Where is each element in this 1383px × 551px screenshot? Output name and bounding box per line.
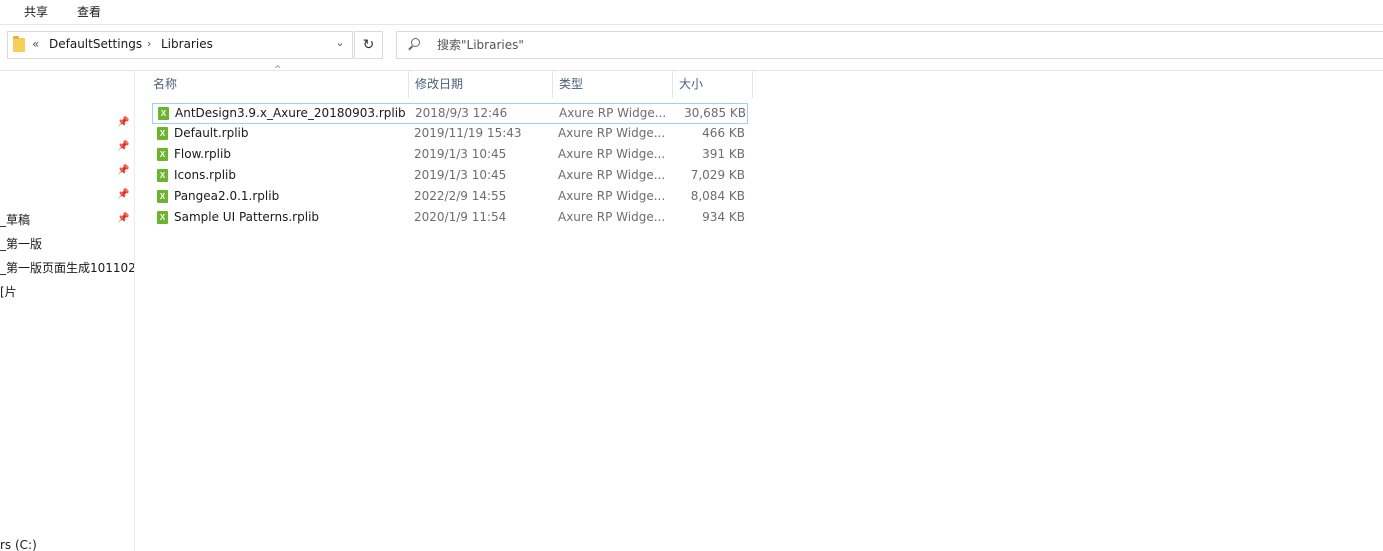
nav-item-draft[interactable]: _草稿 bbox=[0, 211, 30, 228]
breadcrumb-defaultsettings[interactable]: DefaultSettings bbox=[49, 37, 142, 51]
breadcrumb-libraries[interactable]: Libraries bbox=[161, 37, 213, 51]
file-name: Icons.rplib bbox=[174, 168, 236, 182]
file-size: 7,029 KB bbox=[690, 168, 745, 182]
file-size: 8,084 KB bbox=[690, 189, 745, 203]
file-row[interactable]: X Flow.rplib 2019/1/3 10:45 Axure RP Wid… bbox=[152, 145, 748, 166]
chevron-down-icon[interactable]: ⌄ bbox=[333, 36, 347, 54]
rplib-file-icon: X bbox=[157, 127, 168, 140]
ribbon-divider bbox=[0, 24, 1383, 25]
file-type: Axure RP Widge... bbox=[558, 126, 666, 140]
column-divider[interactable] bbox=[552, 71, 553, 98]
folder-icon bbox=[13, 36, 25, 52]
file-row[interactable]: X Default.rplib 2019/11/19 15:43 Axure R… bbox=[152, 124, 748, 145]
rplib-file-icon: X bbox=[157, 190, 168, 203]
rplib-file-icon: X bbox=[157, 169, 168, 182]
nav-item-drive-c[interactable]: rs (C:) bbox=[0, 538, 37, 551]
breadcrumb-separator-icon[interactable]: › bbox=[147, 37, 151, 50]
column-header-size[interactable]: 大小 bbox=[679, 71, 752, 98]
pin-icon[interactable]: 📌 bbox=[117, 189, 129, 201]
breadcrumb-overflow-button[interactable]: « bbox=[32, 37, 39, 51]
pin-icon[interactable]: 📌 bbox=[117, 141, 129, 153]
ribbon-tab-share[interactable]: 共享 bbox=[24, 3, 48, 20]
column-divider[interactable] bbox=[672, 71, 673, 98]
file-date: 2018/9/3 12:46 bbox=[415, 106, 508, 120]
file-date: 2019/11/19 15:43 bbox=[414, 126, 522, 140]
nav-item-pictures[interactable]: [片 bbox=[0, 283, 17, 300]
file-name: Default.rplib bbox=[174, 126, 249, 140]
column-divider[interactable] bbox=[408, 71, 409, 98]
file-size: 934 KB bbox=[702, 210, 745, 224]
file-row[interactable]: X Sample UI Patterns.rplib 2020/1/9 11:5… bbox=[152, 208, 748, 229]
file-date: 2022/2/9 14:55 bbox=[414, 189, 507, 203]
ribbon: 共享 查看 bbox=[0, 0, 1383, 24]
file-type: Axure RP Widge... bbox=[559, 106, 667, 120]
rplib-file-icon: X bbox=[157, 148, 168, 161]
refresh-button[interactable]: ↻ bbox=[354, 31, 383, 59]
address-bar[interactable]: « DefaultSettings › Libraries ⌄ bbox=[7, 31, 353, 59]
file-name: Flow.rplib bbox=[174, 147, 231, 161]
file-type: Axure RP Widge... bbox=[558, 147, 666, 161]
file-type: Axure RP Widge... bbox=[558, 210, 666, 224]
search-input[interactable] bbox=[437, 36, 1037, 54]
file-date: 2020/1/9 11:54 bbox=[414, 210, 507, 224]
nav-item-first-version-pages[interactable]: _第一版页面生成10110208 bbox=[0, 259, 134, 276]
file-row[interactable]: X Icons.rplib 2019/1/3 10:45 Axure RP Wi… bbox=[152, 166, 748, 187]
column-header-date[interactable]: 修改日期 bbox=[415, 71, 552, 98]
file-date: 2019/1/3 10:45 bbox=[414, 147, 507, 161]
rplib-file-icon: X bbox=[157, 211, 168, 224]
navigation-pane: 📌 📌 📌 📌 📌 _草稿 _第一版 _第一版页面生成10110208 [片 r… bbox=[0, 71, 135, 551]
rplib-file-icon: X bbox=[158, 107, 169, 120]
nav-item-first-version[interactable]: _第一版 bbox=[0, 235, 42, 252]
file-type: Axure RP Widge... bbox=[558, 189, 666, 203]
pin-icon[interactable]: 📌 bbox=[117, 213, 129, 225]
file-size: 30,685 KB bbox=[684, 106, 746, 120]
file-name: Pangea2.0.1.rplib bbox=[174, 189, 280, 203]
file-type: Axure RP Widge... bbox=[558, 168, 666, 182]
file-row[interactable]: X AntDesign3.9.x_Axure_20180903.rplib 20… bbox=[152, 103, 748, 124]
file-row[interactable]: X Pangea2.0.1.rplib 2022/2/9 14:55 Axure… bbox=[152, 187, 748, 208]
column-header-name[interactable]: 名称 bbox=[153, 71, 408, 98]
search-box[interactable] bbox=[396, 31, 1383, 59]
ribbon-tab-view[interactable]: 查看 bbox=[77, 3, 101, 20]
file-name: Sample UI Patterns.rplib bbox=[174, 210, 320, 224]
pin-icon[interactable]: 📌 bbox=[117, 165, 129, 177]
column-divider[interactable] bbox=[752, 71, 753, 98]
file-date: 2019/1/3 10:45 bbox=[414, 168, 507, 182]
file-size: 391 KB bbox=[702, 147, 745, 161]
file-name: AntDesign3.9.x_Axure_20180903.rplib bbox=[175, 106, 406, 120]
pin-icon[interactable]: 📌 bbox=[117, 117, 129, 129]
search-icon bbox=[411, 38, 420, 47]
column-header-type[interactable]: 类型 bbox=[559, 71, 672, 98]
file-size: 466 KB bbox=[702, 126, 745, 140]
